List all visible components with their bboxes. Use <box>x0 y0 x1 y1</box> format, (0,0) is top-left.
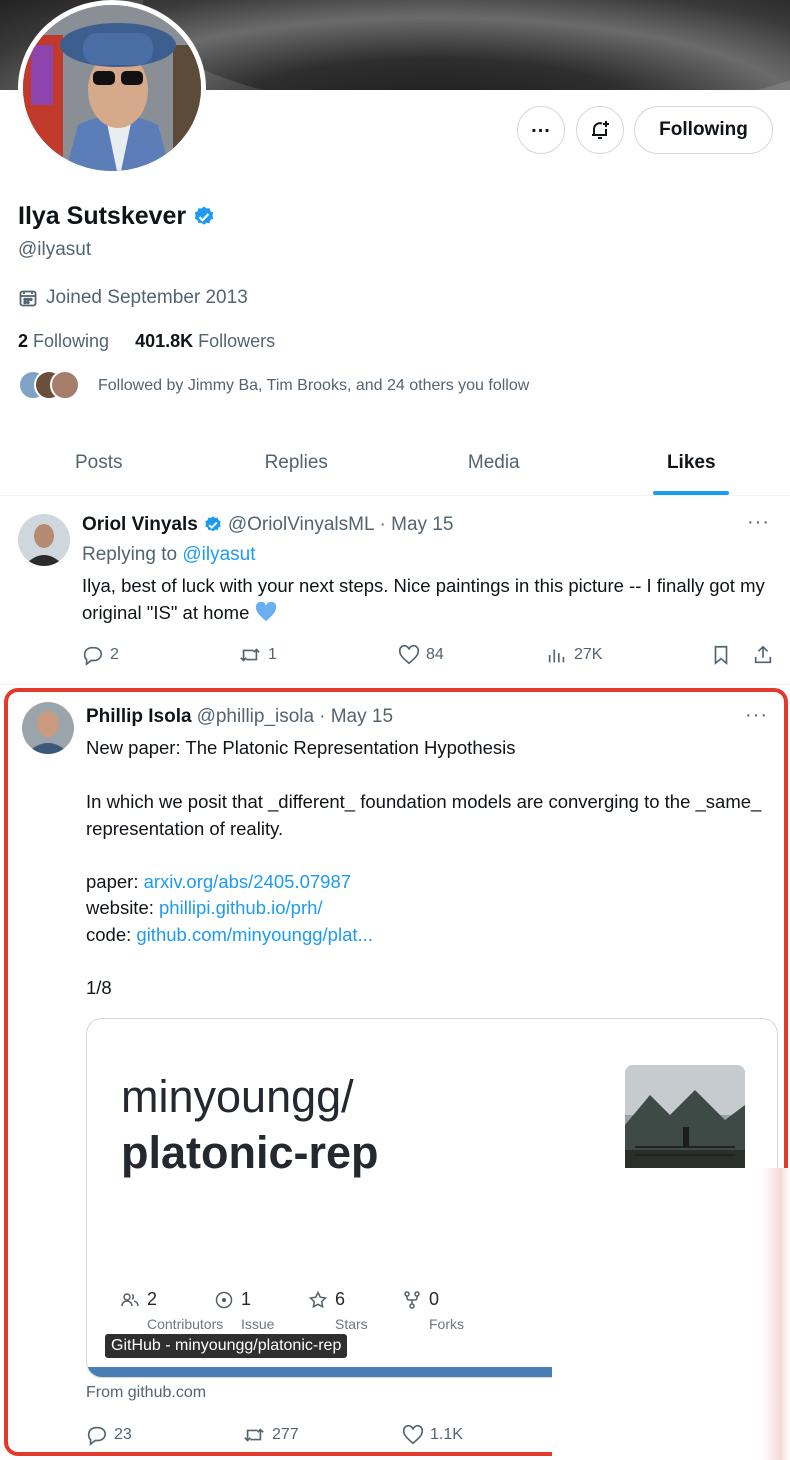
followers-count-link[interactable]: 401.8K Followers <box>135 331 275 352</box>
repo-stats: 2 Contributors 1 Issue 6 Stars 0 Forks <box>121 1289 497 1332</box>
tweet-more-button[interactable]: ··· <box>747 511 770 534</box>
blue-heart-icon <box>255 601 276 622</box>
tweet-author[interactable]: Oriol Vinyals <box>82 514 198 536</box>
tweet-author[interactable]: Phillip Isola <box>86 706 192 728</box>
code-line: code: github.com/minyoungg/plat... <box>86 924 373 945</box>
share-button[interactable] <box>752 644 774 666</box>
profile-tabs: Posts Replies Media Likes <box>0 430 790 496</box>
code-link[interactable]: github.com/minyoungg/plat... <box>136 924 373 945</box>
forks-stat: 0 Forks <box>403 1289 497 1332</box>
following-count-link[interactable]: 2 Following <box>18 331 109 352</box>
star-icon <box>309 1290 327 1308</box>
share-icon <box>754 645 772 664</box>
more-icon: ... <box>531 115 551 137</box>
card-language-bar <box>87 1367 559 1377</box>
cropped-overlay <box>552 1168 790 1460</box>
like-button[interactable]: 84 <box>398 644 546 666</box>
followers-you-know-avatars <box>18 370 80 402</box>
profile-name: Ilya Sutskever <box>18 202 216 231</box>
bell-plus-icon <box>592 121 609 139</box>
notifications-button[interactable] <box>576 106 624 154</box>
reply-icon <box>83 646 103 666</box>
profile-name-text: Ilya Sutskever <box>18 202 187 230</box>
tweet-header: Phillip Isola @phillip_isola · May 15 <box>86 706 393 728</box>
issue-icon <box>215 1291 233 1308</box>
like-button[interactable]: 1.1K <box>402 1424 550 1446</box>
tweet-handle[interactable]: @OriolVinyalsML <box>228 514 375 536</box>
tweet-more-button[interactable]: ··· <box>745 704 768 727</box>
website-line: website: phillipi.github.io/prh/ <box>86 897 323 918</box>
tweet[interactable]: Oriol Vinyals @OriolVinyalsML · May 15 ·… <box>0 497 790 685</box>
tweet-actions: 23 277 1.1K <box>86 1424 550 1446</box>
tweet-handle[interactable]: @phillip_isola <box>197 706 315 728</box>
joined-text: Joined September 2013 <box>46 287 248 308</box>
heart-icon <box>398 644 420 665</box>
tweet-avatar[interactable] <box>18 514 70 566</box>
people-icon <box>121 1292 139 1306</box>
issue-stat: 1 Issue <box>215 1289 309 1332</box>
views-chart-icon <box>548 649 565 663</box>
profile-handle: @ilyasut <box>18 239 92 260</box>
card-title-tooltip: GitHub - minyoungg/platonic-rep <box>105 1334 348 1358</box>
followed-by-row[interactable]: Followed by Jimmy Ba, Tim Brooks, and 24… <box>18 370 529 402</box>
contributors-stat: 2 Contributors <box>121 1289 223 1332</box>
followed-by-text: Followed by Jimmy Ba, Tim Brooks, and 24… <box>98 377 530 394</box>
joined-date: Joined September 2013 <box>18 287 248 309</box>
repost-icon <box>244 1428 264 1442</box>
paper-link[interactable]: arxiv.org/abs/2405.07987 <box>144 871 351 892</box>
tweet-text-line1: New paper: The Platonic Representation H… <box>86 737 516 758</box>
follow-counts: 2 Following 401.8K Followers <box>18 331 275 352</box>
more-icon: ··· <box>747 511 770 533</box>
reply-button[interactable]: 2 <box>82 644 238 666</box>
following-button[interactable]: Following <box>634 106 773 154</box>
website-link[interactable]: phillipi.github.io/prh/ <box>159 897 323 918</box>
repost-icon <box>240 648 260 662</box>
repo-thumbnail <box>625 1065 745 1183</box>
repo-name: platonic-rep <box>121 1127 379 1178</box>
tab-replies[interactable]: Replies <box>198 430 396 495</box>
thread-counter: 1/8 <box>86 977 112 998</box>
tweet-actions: 2 1 84 27K <box>82 644 774 666</box>
tweet-date[interactable]: · May 15 <box>319 706 393 728</box>
tweet-text: Ilya, best of luck with your next steps.… <box>82 575 765 623</box>
views-button[interactable]: 27K <box>546 644 710 666</box>
verified-badge-icon <box>205 516 221 532</box>
repost-button[interactable]: 277 <box>242 1424 402 1446</box>
replying-to: Replying to @ilyasut <box>82 544 256 565</box>
more-icon: ··· <box>745 704 768 726</box>
avatar <box>50 370 80 400</box>
tab-media[interactable]: Media <box>395 430 593 495</box>
tweet-header: Oriol Vinyals @OriolVinyalsML · May 15 <box>82 514 453 536</box>
repost-button[interactable]: 1 <box>238 644 398 666</box>
fork-icon <box>404 1290 420 1309</box>
heart-icon <box>402 1424 424 1445</box>
repo-owner: minyoungg/ <box>121 1071 354 1122</box>
replying-to-handle[interactable]: @ilyasut <box>182 544 255 565</box>
verified-badge-icon <box>194 206 214 225</box>
more-options-button[interactable]: ... <box>517 106 565 154</box>
card-source[interactable]: From github.com <box>86 1384 206 1402</box>
reply-icon <box>87 1426 107 1446</box>
tweet-avatar[interactable] <box>22 702 74 754</box>
calendar-icon <box>19 290 37 307</box>
paper-line: paper: arxiv.org/abs/2405.07987 <box>86 871 352 892</box>
tweet-text-line2: In which we posit that _different_ found… <box>86 791 762 839</box>
reply-button[interactable]: 23 <box>86 1424 242 1446</box>
tab-posts[interactable]: Posts <box>0 430 198 495</box>
tweet-date[interactable]: · May 15 <box>380 514 454 536</box>
bookmark-icon <box>714 645 728 666</box>
tab-likes[interactable]: Likes <box>593 430 790 495</box>
stars-stat: 6 Stars <box>309 1289 403 1332</box>
profile-avatar[interactable] <box>18 0 206 176</box>
bookmark-button[interactable] <box>710 644 752 666</box>
